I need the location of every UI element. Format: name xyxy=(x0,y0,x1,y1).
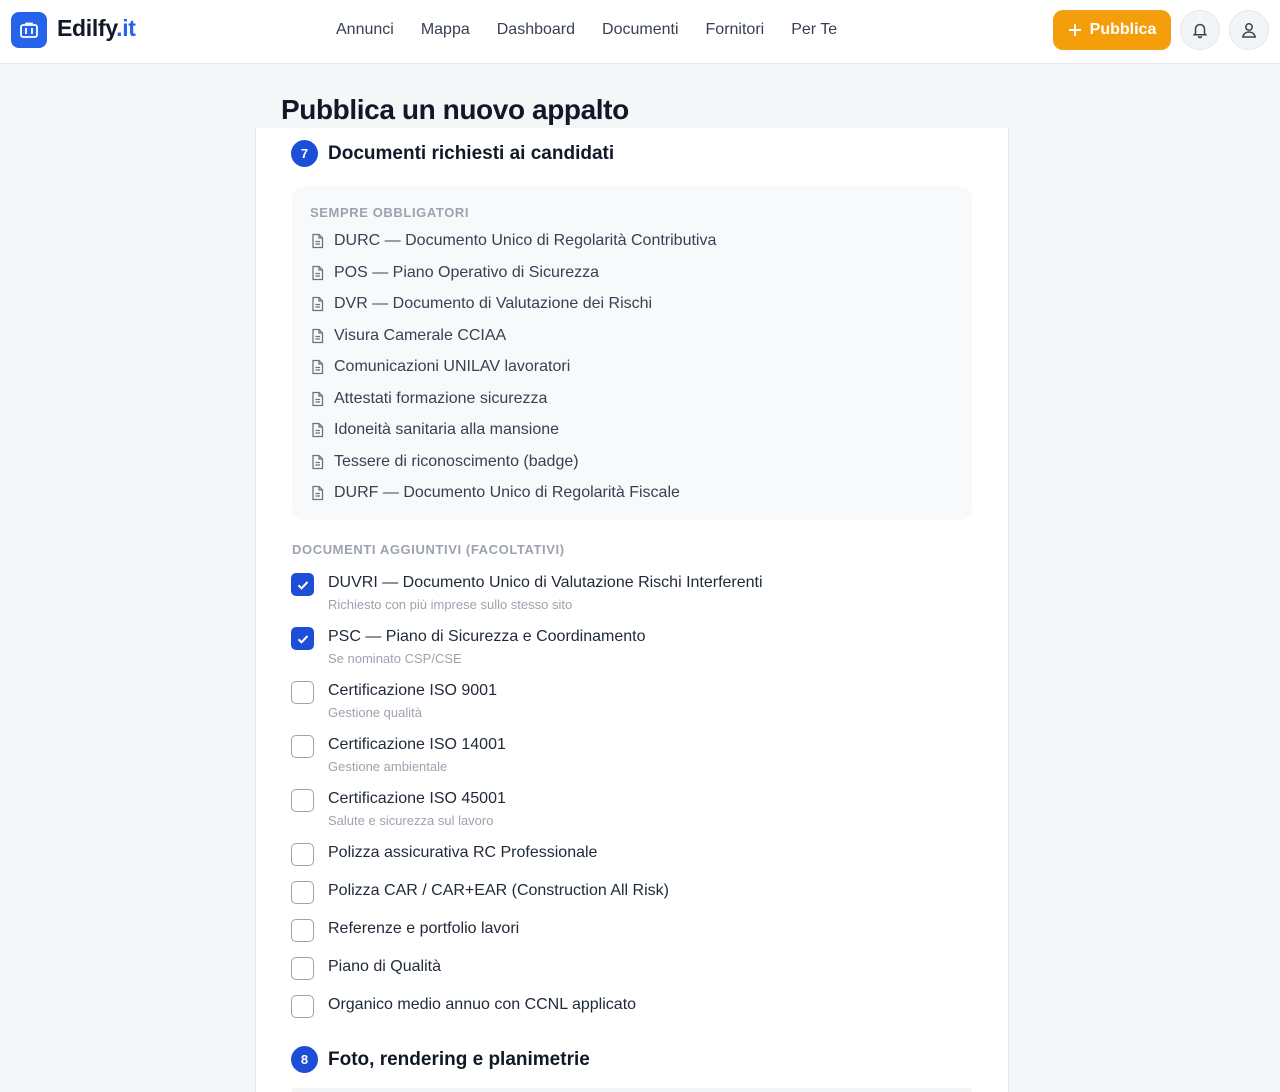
check-icon xyxy=(297,580,308,590)
optional-label: DOCUMENTI AGGIUNTIVI (FACOLTATIVI) xyxy=(292,542,565,557)
optional-doc-item[interactable]: PSC — Piano di Sicurezza e Coordinamento… xyxy=(291,627,971,671)
optional-doc-hint: Salute e sicurezza sul lavoro xyxy=(328,813,494,828)
mandatory-doc-item: Visura Camerale CCIAA xyxy=(310,326,506,346)
optional-doc-checkbox[interactable] xyxy=(291,735,314,758)
optional-doc-label: Certificazione ISO 45001 xyxy=(328,790,506,807)
optional-doc-hint: Richiesto con più imprese sullo stesso s… xyxy=(328,597,573,612)
optional-doc-item[interactable]: Certificazione ISO 45001 Salute e sicurez… xyxy=(291,789,971,833)
optional-doc-item[interactable]: Polizza CAR / CAR+EAR (Construction All … xyxy=(291,881,971,907)
nav-link-per-te[interactable]: Per Te xyxy=(791,20,837,40)
user-icon xyxy=(1241,23,1257,38)
mandatory-doc-label: Comunicazioni UNILAV lavoratori xyxy=(334,358,571,375)
optional-doc-checkbox[interactable] xyxy=(291,881,314,904)
step-8-header: 8 Foto, rendering e planimetrie xyxy=(291,1046,590,1073)
mandatory-doc-label: Tessere di riconoscimento (badge) xyxy=(334,452,579,470)
mandatory-label: SEMPRE OBBLIGATORI xyxy=(310,205,470,220)
optional-doc-label: Certificazione ISO 14001 xyxy=(328,736,506,753)
mandatory-doc-item: Idoneità sanitaria alla mansione xyxy=(310,420,559,440)
step-7-number: 7 xyxy=(291,140,318,167)
mandatory-doc-item: DURC — Documento Unico di Regolarità Con… xyxy=(310,231,716,251)
optional-doc-item[interactable]: DUVRI — Documento Unico di Valutazione R… xyxy=(291,573,971,617)
step-7-header: 7 Documenti richiesti ai candidati xyxy=(291,140,614,167)
optional-doc-label: Polizza CAR / CAR+EAR (Construction All … xyxy=(328,882,669,899)
mandatory-doc-label: DURF — Documento Unico di Regolarità Fis… xyxy=(334,484,680,501)
step-8-number: 8 xyxy=(291,1046,318,1073)
document-icon xyxy=(312,391,324,406)
optional-doc-label: DUVRI — Documento Unico di Valutazione R… xyxy=(328,574,763,591)
optional-doc-label: Polizza assicurativa RC Professionale xyxy=(328,844,598,861)
mandatory-doc-label: Idoneità sanitaria alla mansione xyxy=(334,421,560,438)
brand-tld: .it xyxy=(116,15,136,41)
logo-icon[interactable] xyxy=(11,12,47,48)
optional-doc-label: Referenze e portfolio lavori xyxy=(328,920,520,937)
mandatory-doc-item: DURF — Documento Unico di Regolarità Fis… xyxy=(310,483,680,503)
step-7-title: Documenti richiesti ai candidati xyxy=(328,142,615,164)
optional-doc-hint: Gestione qualità xyxy=(328,705,422,720)
mandatory-doc-item: DVR — Documento di Valutazione dei Risch… xyxy=(310,294,652,314)
optional-doc-hint: Se nominato CSP/CSE xyxy=(328,651,462,666)
top-navbar: Edilfy.it Annunci Mappa Dashboard Docume… xyxy=(0,0,1280,64)
optional-doc-item[interactable]: Certificazione ISO 14001 Gestione ambient… xyxy=(291,735,971,779)
notifications-button[interactable] xyxy=(1180,10,1220,50)
bell-icon xyxy=(1192,23,1208,39)
document-icon xyxy=(312,296,324,312)
next-section-box xyxy=(292,1088,972,1092)
page-title: Pubblica un nuovo appalto xyxy=(281,94,629,125)
optional-doc-checkbox[interactable] xyxy=(291,843,314,866)
document-icon xyxy=(312,328,324,343)
optional-doc-item[interactable]: Piano di Qualità xyxy=(291,957,971,983)
main-nav: Annunci Mappa Dashboard Documenti Fornit… xyxy=(336,20,864,40)
document-icon xyxy=(312,454,324,469)
mandatory-doc-label: DURC — Documento Unico di Regolarità Con… xyxy=(334,232,717,249)
optional-doc-checkbox[interactable] xyxy=(291,919,314,942)
optional-doc-checkbox[interactable] xyxy=(291,995,314,1018)
optional-doc-label: PSC — Piano di Sicurezza e Coordinamento xyxy=(328,628,646,645)
plus-icon xyxy=(1068,24,1081,36)
mandatory-doc-label: DVR — Documento di Valutazione dei Risch… xyxy=(334,295,653,312)
nav-link-mappa[interactable]: Mappa xyxy=(421,20,470,40)
optional-doc-checkbox[interactable] xyxy=(291,573,314,596)
optional-doc-checkbox[interactable] xyxy=(291,681,314,704)
mandatory-doc-item: Tessere di riconoscimento (badge) xyxy=(310,452,579,472)
optional-doc-checkbox[interactable] xyxy=(291,957,314,980)
brand-logo[interactable]: Edilfy.it xyxy=(57,15,136,42)
optional-doc-checkbox[interactable] xyxy=(291,627,314,650)
mandatory-doc-label: POS — Piano Operativo di Sicurezza xyxy=(334,263,600,281)
mandatory-doc-label: Attestati formazione sicurezza xyxy=(334,389,548,407)
nav-link-documenti[interactable]: Documenti xyxy=(602,20,678,40)
nav-link-dashboard[interactable]: Dashboard xyxy=(497,20,575,40)
optional-doc-item[interactable]: Certificazione ISO 9001 Gestione qualità xyxy=(291,681,971,725)
document-icon xyxy=(312,233,324,249)
optional-doc-checkbox[interactable] xyxy=(291,789,314,812)
profile-button[interactable] xyxy=(1229,10,1269,50)
optional-doc-item[interactable]: Organico medio annuo con CCNL applicato xyxy=(291,995,971,1021)
mandatory-doc-item: POS — Piano Operativo di Sicurezza xyxy=(310,263,599,283)
document-icon xyxy=(312,485,324,501)
document-icon xyxy=(312,422,324,438)
optional-doc-label: Piano di Qualità xyxy=(328,958,441,975)
document-icon xyxy=(312,265,324,280)
nav-link-fornitori[interactable]: Fornitori xyxy=(706,20,765,40)
mandatory-doc-label: Visura Camerale CCIAA xyxy=(334,326,507,344)
optional-doc-item[interactable]: Polizza assicurativa RC Professionale xyxy=(291,843,971,869)
optional-doc-label: Certificazione ISO 9001 xyxy=(328,682,497,699)
optional-doc-label: Organico medio annuo con CCNL applicato xyxy=(328,996,637,1013)
optional-doc-item[interactable]: Referenze e portfolio lavori xyxy=(291,919,971,945)
publish-button-label: Pubblica xyxy=(1089,21,1157,38)
step-8-title: Foto, rendering e planimetrie xyxy=(328,1048,590,1070)
brand-name: Edilfy xyxy=(57,15,117,41)
mandatory-doc-item: Attestati formazione sicurezza xyxy=(310,389,547,409)
nav-link-annunci[interactable]: Annunci xyxy=(336,20,394,40)
check-icon xyxy=(297,634,308,644)
optional-doc-hint: Gestione ambientale xyxy=(328,759,448,774)
publish-button[interactable]: Pubblica xyxy=(1053,10,1171,50)
mandatory-doc-item: Comunicazioni UNILAV lavoratori xyxy=(310,357,570,377)
document-icon xyxy=(312,359,324,375)
